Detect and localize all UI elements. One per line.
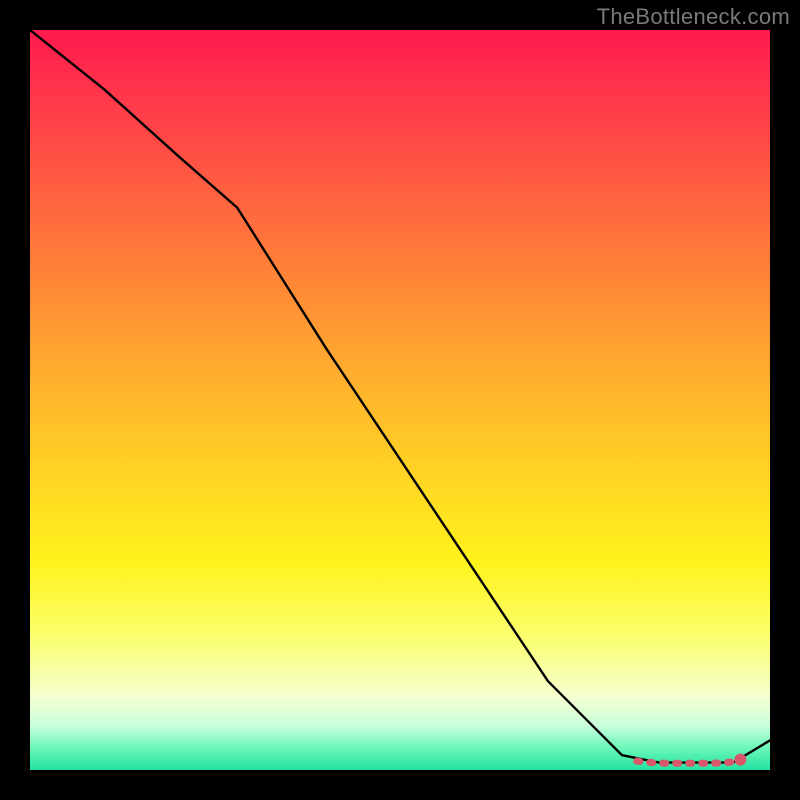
- optimal-point-icon: [734, 754, 746, 766]
- chart-frame: TheBottleneck.com: [0, 0, 800, 800]
- plot-area: [30, 30, 770, 770]
- optimal-range-highlight: [637, 761, 741, 763]
- chart-svg: [30, 30, 770, 770]
- bottleneck-curve: [30, 30, 770, 763]
- watermark-text: TheBottleneck.com: [597, 4, 790, 30]
